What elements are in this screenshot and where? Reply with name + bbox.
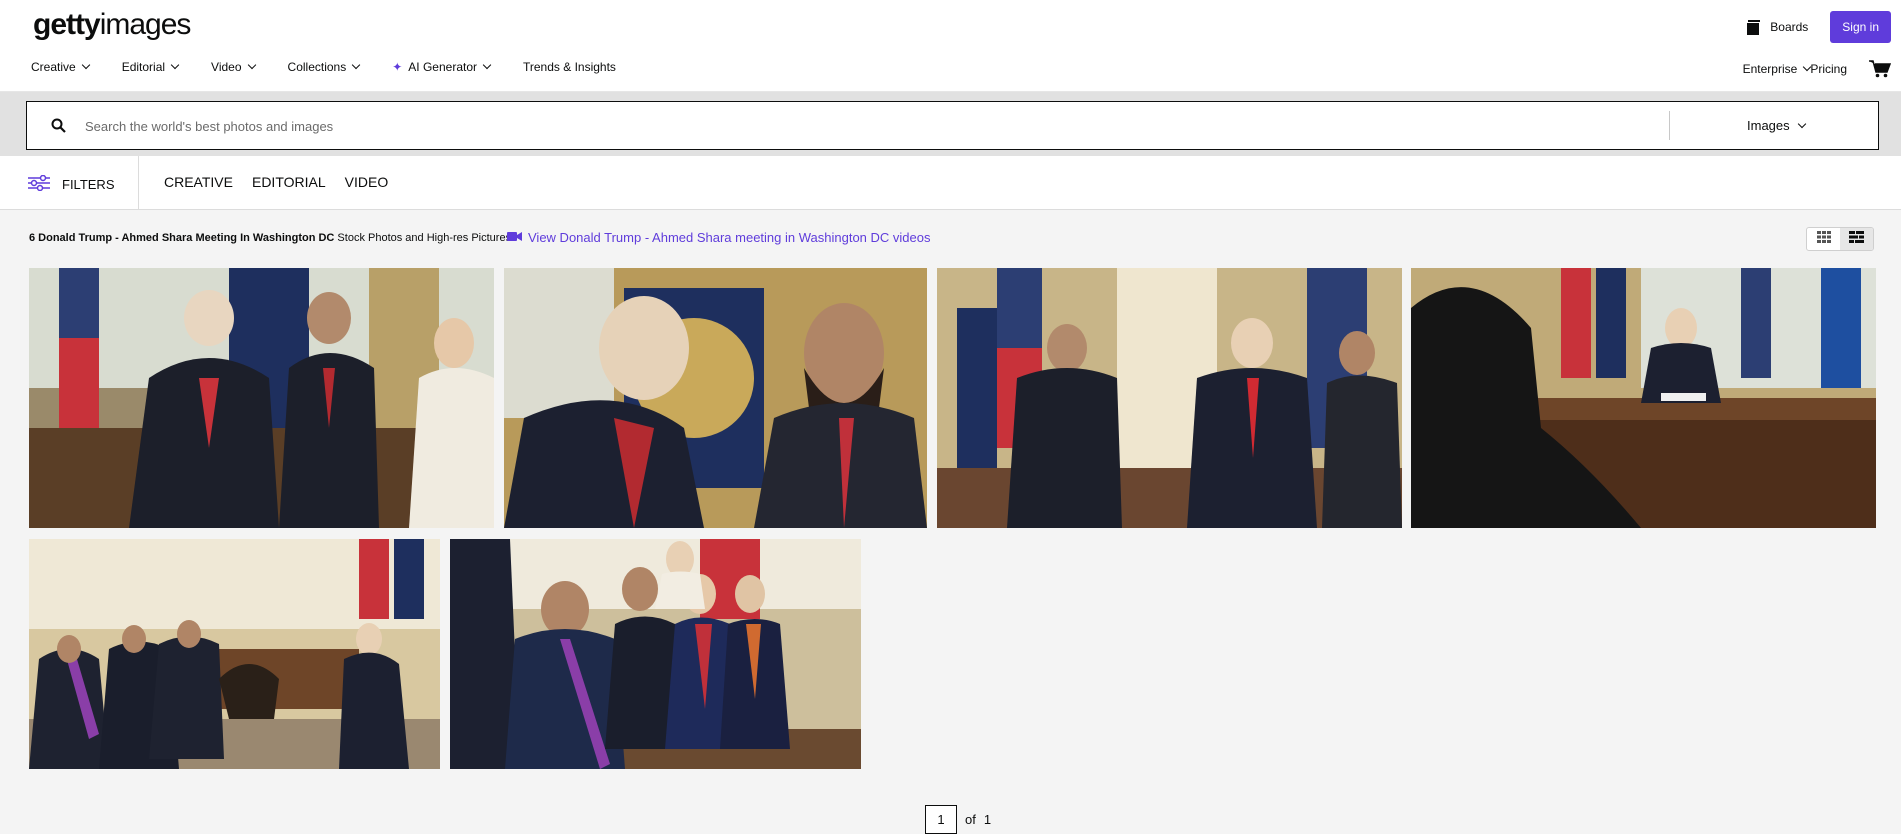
boards-label: Boards	[1770, 20, 1809, 34]
filters-button[interactable]: FILTERS	[28, 174, 115, 194]
nav-enterprise[interactable]: Enterprise	[1742, 62, 1812, 76]
main-nav: Creative Editorial Video Collections ✦ A…	[31, 60, 649, 74]
grid-icon	[1816, 230, 1831, 248]
pagination: 1 of 1	[925, 805, 991, 834]
nav-right: Enterprise Pricing	[1743, 60, 1891, 78]
search-icon[interactable]	[51, 118, 66, 138]
view-videos-label: View Donald Trump - Ahmed Shara meeting …	[528, 230, 931, 245]
view-videos-link[interactable]: View Donald Trump - Ahmed Shara meeting …	[507, 230, 930, 245]
search-box: Images	[26, 101, 1879, 150]
page-number-input[interactable]: 1	[925, 805, 957, 834]
pagination-total: 1	[983, 812, 992, 827]
filters-divider	[138, 156, 139, 210]
result-image-5[interactable]	[29, 539, 440, 769]
nav-trends-insights[interactable]: Trends & Insights	[523, 60, 616, 74]
tab-creative[interactable]: CREATIVE	[164, 174, 233, 190]
site-header: gettyimages Boards Sign in Creative Edit…	[0, 0, 1901, 92]
pagination-of-label: of	[965, 812, 976, 827]
nav-collections[interactable]: Collections	[287, 60, 361, 74]
filters-label: FILTERS	[62, 177, 115, 192]
result-image-3[interactable]	[937, 268, 1402, 528]
result-image-4[interactable]	[1411, 268, 1876, 528]
nav-ai-generator-label: AI Generator	[408, 60, 477, 74]
tab-editorial[interactable]: EDITORIAL	[252, 174, 326, 190]
result-image-1[interactable]	[29, 268, 494, 528]
boards-link[interactable]: Boards	[1746, 20, 1816, 36]
chevron-down-icon	[81, 60, 90, 70]
cart-icon[interactable]	[1869, 60, 1891, 78]
grid-view-button[interactable]	[1807, 228, 1840, 250]
mosaic-icon	[1849, 230, 1864, 248]
nav-ai-generator[interactable]: ✦ AI Generator	[392, 60, 492, 74]
video-camera-icon	[507, 230, 522, 245]
result-image-6[interactable]	[450, 539, 861, 769]
view-toggle	[1806, 227, 1874, 251]
tab-video[interactable]: VIDEO	[345, 174, 389, 190]
chevron-down-icon	[247, 60, 256, 70]
nav-trends-label: Trends & Insights	[523, 60, 616, 74]
nav-enterprise-label: Enterprise	[1742, 62, 1798, 76]
nav-editorial[interactable]: Editorial	[121, 60, 180, 74]
nav-video[interactable]: Video	[211, 60, 256, 74]
sign-in-button[interactable]: Sign in	[1830, 11, 1891, 43]
search-type-dropdown[interactable]: Images	[1747, 118, 1806, 133]
search-input[interactable]	[85, 114, 1635, 138]
sparkle-icon: ✦	[392, 60, 403, 74]
search-band: Images	[0, 92, 1901, 156]
logo-light-part: images	[99, 8, 192, 41]
filter-bar: FILTERS CREATIVE EDITORIAL VIDEO	[0, 156, 1901, 210]
result-image-2[interactable]	[504, 268, 927, 528]
logo-bold-part: getty	[33, 8, 101, 41]
nav-creative-label: Creative	[31, 60, 76, 74]
search-divider	[1669, 111, 1670, 140]
nav-video-label: Video	[211, 60, 242, 74]
getty-logo[interactable]: gettyimages	[33, 8, 192, 42]
nav-creative[interactable]: Creative	[31, 60, 90, 74]
chevron-down-icon	[351, 60, 361, 70]
nav-pricing[interactable]: Pricing	[1810, 62, 1847, 76]
chevron-down-icon	[1797, 119, 1806, 128]
chevron-down-icon	[482, 60, 492, 70]
results-title-rest: Stock Photos and High-res Pictures	[334, 232, 512, 244]
nav-collections-label: Collections	[287, 60, 347, 74]
results-title: 6 Donald Trump - Ahmed Shara Meeting In …	[29, 232, 511, 244]
nav-editorial-label: Editorial	[121, 60, 166, 74]
search-type-label: Images	[1747, 118, 1790, 133]
filters-icon	[28, 174, 50, 194]
mosaic-view-button[interactable]	[1840, 228, 1873, 250]
asset-type-tabs: CREATIVE EDITORIAL VIDEO	[164, 174, 388, 190]
header-actions: Boards Sign in	[1746, 11, 1891, 43]
results-title-bold: 6 Donald Trump - Ahmed Shara Meeting In …	[29, 232, 335, 244]
chevron-down-icon	[170, 60, 180, 70]
boards-icon	[1746, 20, 1761, 36]
